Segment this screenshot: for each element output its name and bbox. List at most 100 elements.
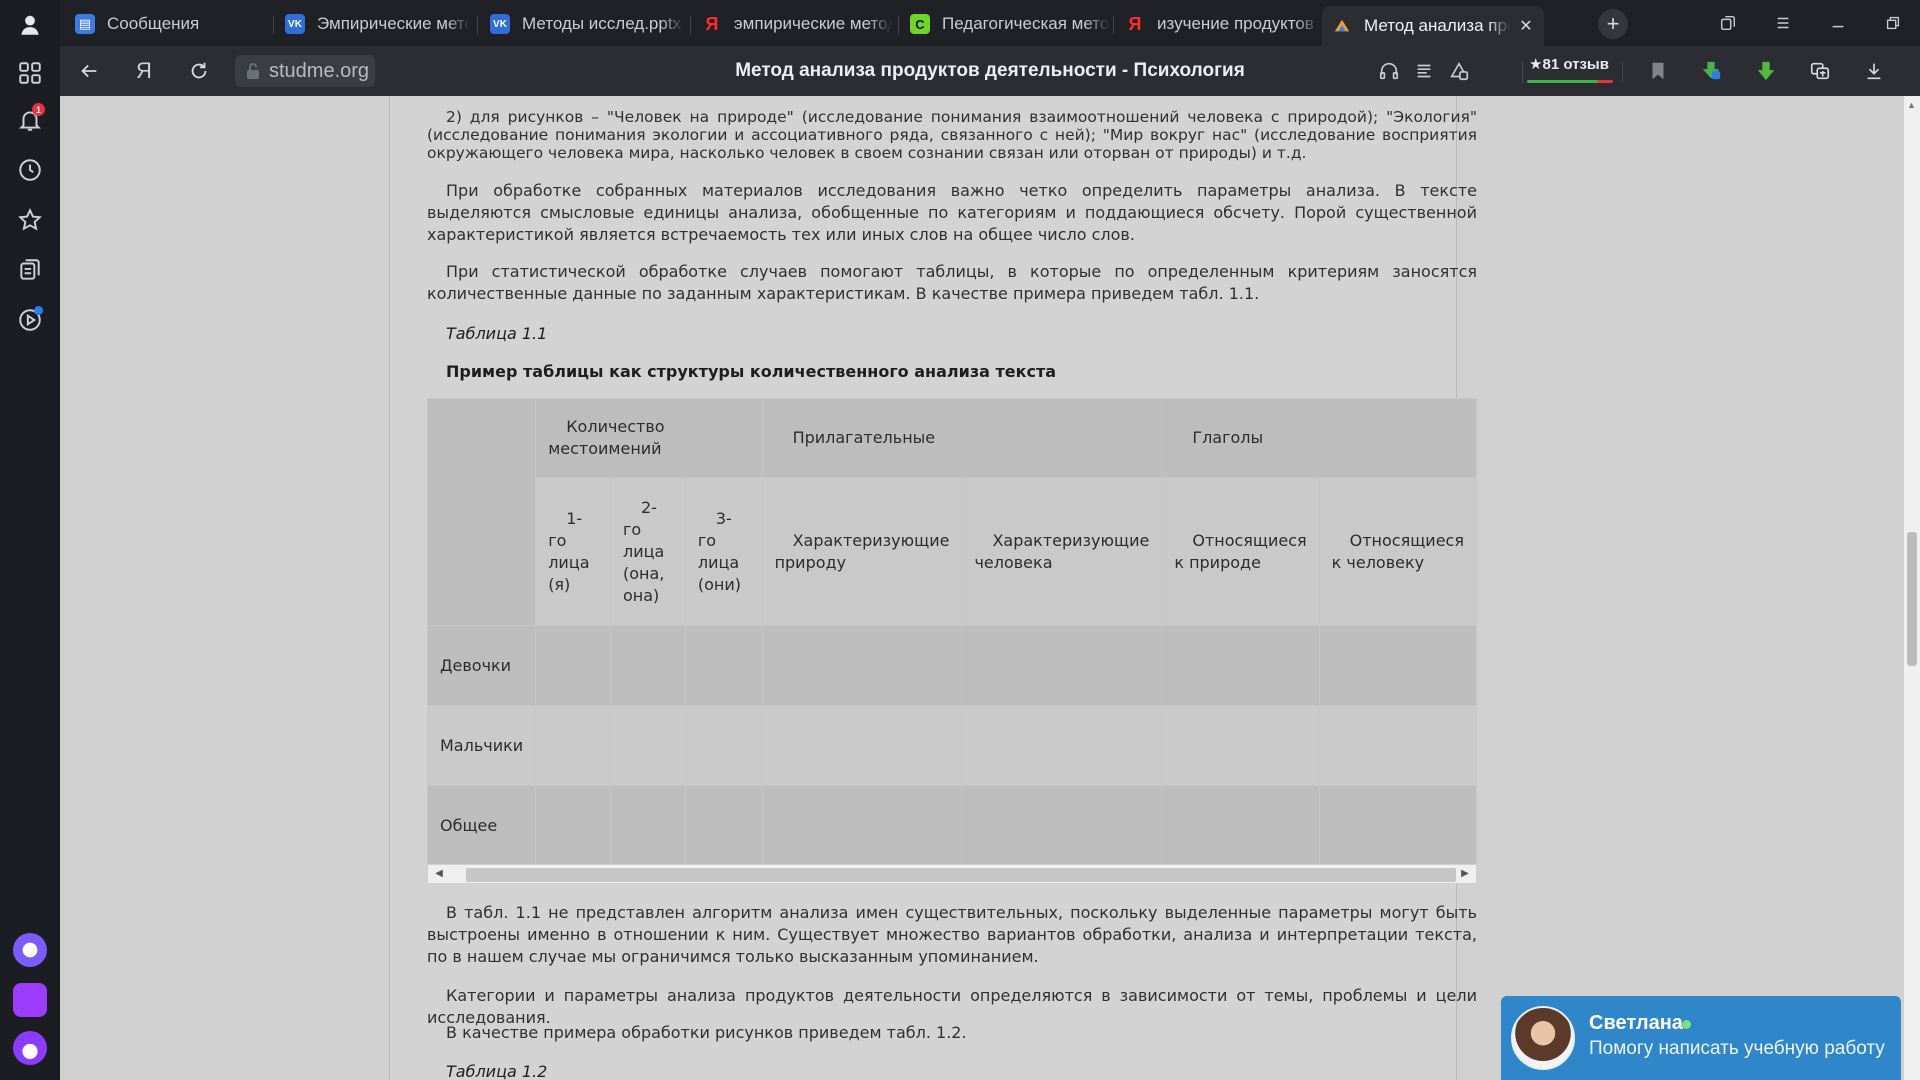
scroll-right-icon[interactable]: ▶ <box>1458 867 1472 881</box>
yandex-home-button[interactable]: Я <box>127 54 161 88</box>
table-row: Мальчики <box>427 705 1477 786</box>
table-row-header: Девочки <box>427 625 537 706</box>
star-icon[interactable] <box>10 200 50 240</box>
table-sub-header: Относящиеся к природе <box>1161 477 1320 626</box>
site-c-icon: C <box>910 14 930 34</box>
article-paragraph: В табл. 1.1 не представлен алгоритм анал… <box>427 903 1477 966</box>
notifications-button[interactable]: 1 <box>10 100 50 140</box>
minimize-icon[interactable] <box>1820 8 1856 38</box>
table-cell <box>1161 785 1320 866</box>
scroll-up-icon[interactable]: ▲ <box>1907 100 1916 110</box>
profile-icon[interactable] <box>10 5 50 45</box>
table-horizontal-scrollbar[interactable]: ◀ ▶ <box>427 864 1477 884</box>
table-cell <box>610 625 686 706</box>
table-cell <box>1318 625 1477 706</box>
headphones-icon[interactable] <box>1372 54 1406 88</box>
tab-methods-pptx[interactable]: VK Методы исслед.pptx <box>480 6 685 42</box>
scrollbar-thumb[interactable] <box>1907 532 1917 666</box>
table-title: Пример таблицы как структуры количествен… <box>446 362 1057 381</box>
table-group-header: Прилагательные <box>761 398 1163 478</box>
article-column: 2) для рисунков – "Человек на природе" (… <box>389 96 1477 1080</box>
protect-icon[interactable] <box>1442 54 1476 88</box>
chat-message: Помогу написать учебную работу <box>1589 1038 1885 1059</box>
history-icon[interactable] <box>10 150 50 190</box>
apps-grid-icon[interactable] <box>10 53 50 93</box>
table-cell <box>761 705 963 786</box>
bookmark-icon[interactable] <box>1641 54 1675 88</box>
tabs-overview-icon[interactable] <box>1710 8 1746 38</box>
table-cell <box>684 785 763 866</box>
tab-yandex-search-1[interactable]: Я эмпирические методы <box>692 6 892 42</box>
table-cell <box>761 625 963 706</box>
yandex-icon: Я <box>705 13 719 34</box>
table-row-header: Общее <box>427 785 537 866</box>
table-row: Девочки <box>427 625 1477 706</box>
table-sub-header: Характеризующие природу <box>761 477 963 626</box>
table-cell <box>610 785 686 866</box>
scroll-left-icon[interactable]: ◀ <box>432 867 446 881</box>
page-vertical-scrollbar[interactable]: ▲ <box>1904 96 1920 1080</box>
table-cell <box>1161 705 1320 786</box>
chat-widget[interactable]: Светлана Помогу написать учебную работу <box>1501 996 1901 1080</box>
assistant-app-icon[interactable] <box>13 1031 47 1065</box>
lock-icon <box>247 63 259 79</box>
table-group-header: Глаголы <box>1161 398 1477 478</box>
page-title: Метод анализа продуктов деятельности - П… <box>735 60 1245 81</box>
table-caption: Таблица 1.1 <box>446 324 548 343</box>
table-scroll-container[interactable]: Количество местоимений Прилагательные Гл… <box>427 398 1477 884</box>
table-cell <box>1161 625 1320 706</box>
article-paragraph: 2) для рисунков – "Человек на природе" (… <box>427 108 1477 162</box>
video-play-button[interactable] <box>10 300 50 340</box>
table-sub-header: 3-го лица (они) <box>684 477 763 626</box>
table-cell <box>535 625 611 706</box>
messenger-app-icon[interactable] <box>13 983 47 1017</box>
table-cell <box>761 785 963 866</box>
downloads-icon[interactable] <box>1857 54 1891 88</box>
tab-active-studme[interactable]: Метод анализа продуктов ✕ <box>1322 6 1544 46</box>
restore-icon[interactable] <box>1875 8 1911 38</box>
article-paragraph: При статистической обработке случаев пом… <box>427 262 1477 303</box>
address-bar[interactable]: studme.org <box>235 55 375 87</box>
translate-icon[interactable] <box>1803 54 1837 88</box>
url-text: studme.org <box>269 59 370 82</box>
page-viewport: 2) для рисунков – "Человек на природе" (… <box>60 96 1920 1080</box>
chat-agent-name: Светлана <box>1589 1012 1683 1034</box>
table-row-header: Мальчики <box>427 705 537 786</box>
savefrom-icon[interactable] <box>1749 54 1783 88</box>
download-helper-icon[interactable] <box>1694 54 1728 88</box>
reload-button[interactable] <box>182 54 216 88</box>
table-cell <box>684 625 763 706</box>
new-tab-button[interactable]: + <box>1598 9 1628 39</box>
close-tab-icon[interactable]: ✕ <box>1516 16 1536 36</box>
messages-icon: ▤ <box>75 14 95 34</box>
reload-icon <box>191 62 207 79</box>
tab-separator <box>273 16 274 34</box>
tab-messages[interactable]: ▤ Сообщения <box>65 6 265 42</box>
avatar <box>1511 1006 1575 1070</box>
table-cell <box>961 625 1163 706</box>
tab-pedagogical[interactable]: C Педагогическая методика <box>900 6 1110 42</box>
alice-app-icon[interactable] <box>13 933 47 967</box>
collections-icon[interactable] <box>10 250 50 290</box>
reader-mode-icon[interactable] <box>1407 54 1441 88</box>
table-sub-header: 1-го лица (я) <box>535 477 611 626</box>
table-group-header: Количество местоимений <box>535 398 763 478</box>
site-rating-badge[interactable]: ★81 отзыв <box>1523 54 1615 84</box>
studme-icon <box>1332 16 1352 36</box>
menu-icon[interactable] <box>1765 8 1801 38</box>
back-button[interactable] <box>72 54 106 88</box>
table-row: Общее <box>427 785 1477 866</box>
scrollbar-thumb[interactable] <box>466 868 1456 882</box>
tab-empirical-methods-vk[interactable]: VK Эмпирические методы <box>275 6 470 42</box>
left-sidebar: 1 <box>0 0 60 1080</box>
table-sub-header: Характеризующие человека <box>961 477 1163 626</box>
table-sub-header: 2-го лица (она, она) <box>610 477 686 626</box>
new-content-dot <box>34 306 43 315</box>
table-cell <box>610 705 686 786</box>
table-cell <box>684 705 763 786</box>
analysis-table: Количество местоимений Прилагательные Гл… <box>427 398 1477 866</box>
table-sub-header: Относящиеся к человеку <box>1318 477 1477 626</box>
table-cell <box>535 785 611 866</box>
back-arrow-icon <box>81 64 97 78</box>
tab-yandex-search-2[interactable]: Я изучение продуктов <box>1115 6 1320 42</box>
